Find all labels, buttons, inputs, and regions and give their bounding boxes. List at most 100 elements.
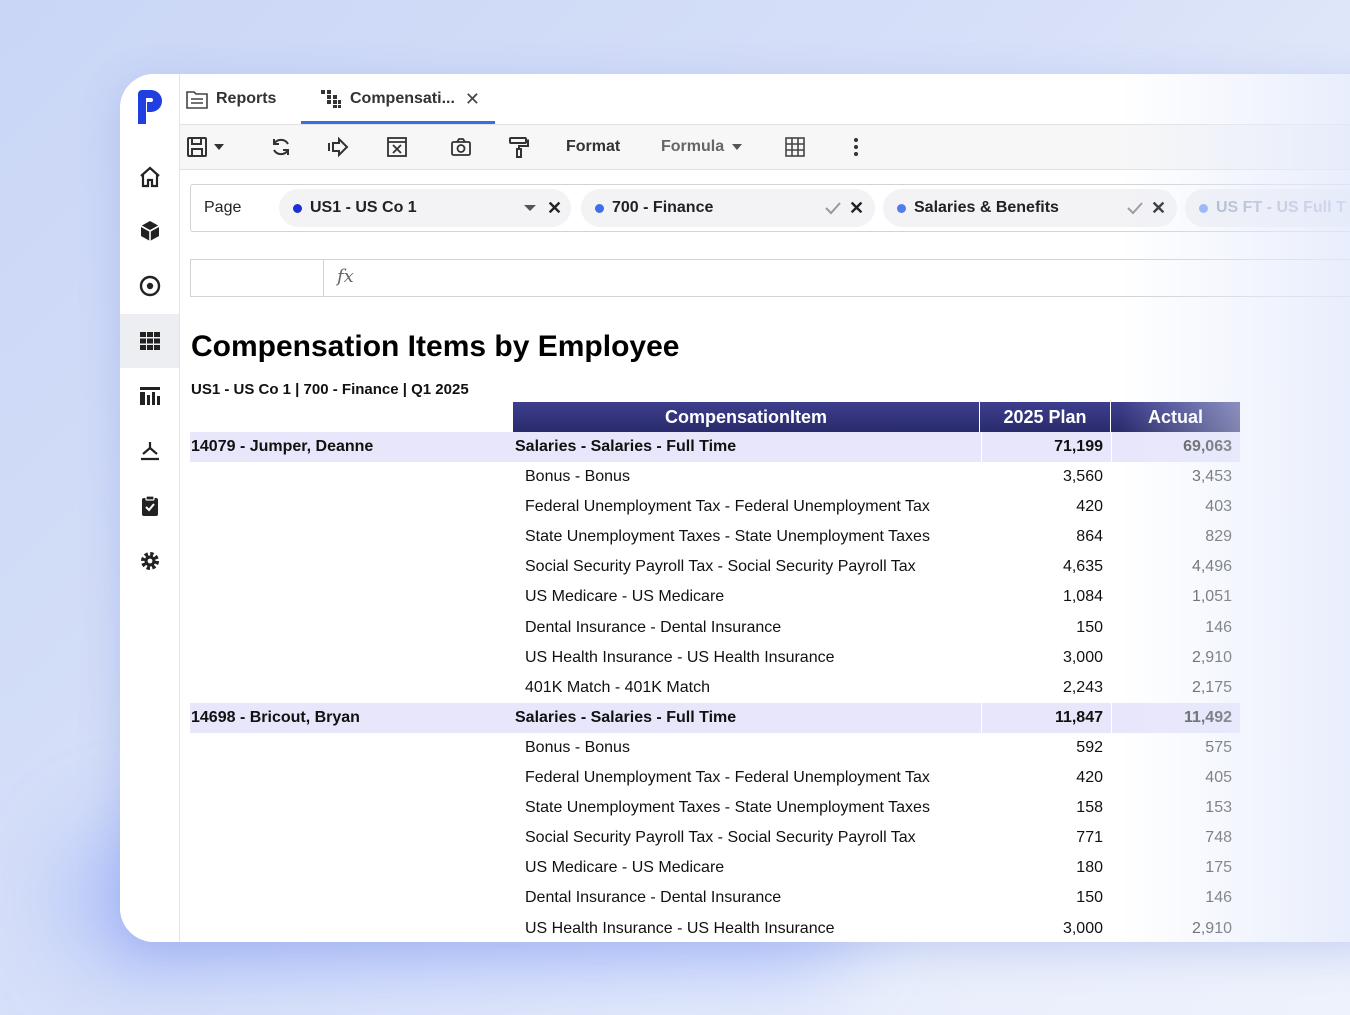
clear-filter-icon[interactable]: ✕ xyxy=(1151,189,1166,227)
app-logo-icon[interactable] xyxy=(134,86,168,126)
table-row[interactable]: 401K Match - 401K Match 2,243 2,175 xyxy=(190,673,1240,703)
nav-tasks[interactable] xyxy=(120,479,179,533)
table-row[interactable]: Social Security Payroll Tax - Social Sec… xyxy=(190,552,1240,582)
table-row[interactable]: Dental Insurance - Dental Insurance 150 14… xyxy=(190,613,1240,643)
actual-value-cell[interactable]: 175 xyxy=(1110,853,1232,883)
table-row[interactable]: Bonus - Bonus 3,560 3,453 xyxy=(190,462,1240,492)
nav-home[interactable] xyxy=(120,150,179,204)
nav-settings[interactable] xyxy=(120,534,179,588)
compensation-item-cell[interactable]: State Unemployment Taxes - State Unemplo… xyxy=(525,522,930,552)
plan-value-cell[interactable]: 150 xyxy=(980,883,1103,913)
format-painter-button[interactable] xyxy=(508,125,530,169)
save-menu-button[interactable] xyxy=(186,125,226,169)
plan-value-cell[interactable]: 864 xyxy=(980,522,1103,552)
dropdown-caret-icon[interactable] xyxy=(523,189,537,227)
refresh-button[interactable] xyxy=(270,125,292,169)
compensation-item-cell[interactable]: State Unemployment Taxes - State Unemplo… xyxy=(525,793,930,823)
employee-group-row[interactable]: 14079 - Jumper, Deanne Salaries - Salarie… xyxy=(190,432,1240,463)
close-tab-icon[interactable]: ✕ xyxy=(465,89,480,110)
clear-filter-icon[interactable]: ✕ xyxy=(547,189,562,227)
plan-value-cell[interactable]: 3,000 xyxy=(980,643,1103,673)
table-row[interactable]: Dental Insurance - Dental Insurance 150 14… xyxy=(190,883,1240,913)
filter-chip-employee-type[interactable]: US FT - US Full T xyxy=(1185,189,1350,227)
format-button[interactable]: Format xyxy=(566,125,620,169)
compensation-item-cell[interactable]: 401K Match - 401K Match xyxy=(525,673,710,703)
compensation-item-cell[interactable]: Salaries - Salaries - Full Time xyxy=(515,432,736,462)
compensation-item-cell[interactable]: Federal Unemployment Tax - Federal Unemp… xyxy=(525,492,930,522)
actual-value-cell[interactable]: 153 xyxy=(1110,793,1232,823)
snapshot-button[interactable] xyxy=(450,125,472,169)
actual-value-cell[interactable]: 11,492 xyxy=(1110,703,1232,733)
table-row[interactable]: Bonus - Bonus 592 575 xyxy=(190,733,1240,763)
excel-button[interactable] xyxy=(386,125,408,169)
compensation-item-cell[interactable]: US Health Insurance - US Health Insuranc… xyxy=(525,914,834,943)
compensation-item-cell[interactable]: US Health Insurance - US Health Insuranc… xyxy=(525,643,834,673)
check-icon[interactable] xyxy=(1127,189,1143,227)
column-header-actual[interactable]: Actual xyxy=(1111,402,1240,432)
actual-value-cell[interactable]: 403 xyxy=(1110,492,1232,522)
actual-value-cell[interactable]: 69,063 xyxy=(1110,432,1232,462)
check-icon[interactable] xyxy=(825,189,841,227)
plan-value-cell[interactable]: 71,199 xyxy=(980,432,1103,462)
plan-value-cell[interactable]: 771 xyxy=(980,823,1103,853)
filter-chip-company[interactable]: US1 - US Co 1 ✕ xyxy=(279,189,571,227)
plan-value-cell[interactable]: 180 xyxy=(980,853,1103,883)
actual-value-cell[interactable]: 3,453 xyxy=(1110,462,1232,492)
nav-reports[interactable] xyxy=(120,314,179,368)
employee-group-row[interactable]: 14698 - Bricout, Bryan Salaries - Salarie… xyxy=(190,702,1240,733)
more-options-button[interactable] xyxy=(845,125,867,169)
compensation-item-cell[interactable]: Social Security Payroll Tax - Social Sec… xyxy=(525,823,916,853)
table-row[interactable]: US Medicare - US Medicare 180 175 xyxy=(190,853,1240,883)
actual-value-cell[interactable]: 405 xyxy=(1110,763,1232,793)
employee-cell[interactable]: 14079 - Jumper, Deanne xyxy=(191,432,373,462)
grid-settings-button[interactable] xyxy=(784,125,806,169)
compensation-item-cell[interactable]: US Medicare - US Medicare xyxy=(525,582,724,612)
plan-value-cell[interactable]: 11,847 xyxy=(980,703,1103,733)
plan-value-cell[interactable]: 420 xyxy=(980,763,1103,793)
table-row[interactable]: State Unemployment Taxes - State Unemplo… xyxy=(190,793,1240,823)
plan-value-cell[interactable]: 3,560 xyxy=(980,462,1103,492)
actual-value-cell[interactable]: 748 xyxy=(1110,823,1232,853)
plan-value-cell[interactable]: 3,000 xyxy=(980,914,1103,943)
actual-value-cell[interactable]: 146 xyxy=(1110,883,1232,913)
actual-value-cell[interactable]: 575 xyxy=(1110,733,1232,763)
compensation-item-cell[interactable]: Salaries - Salaries - Full Time xyxy=(515,703,736,733)
compensation-item-cell[interactable]: US Medicare - US Medicare xyxy=(525,853,724,883)
table-row[interactable]: Social Security Payroll Tax - Social Sec… xyxy=(190,823,1240,853)
nav-dashboards[interactable] xyxy=(120,369,179,423)
compensation-item-cell[interactable]: Federal Unemployment Tax - Federal Unemp… xyxy=(525,763,930,793)
nav-targets[interactable] xyxy=(120,259,179,313)
nav-models[interactable] xyxy=(120,204,179,258)
column-header-item[interactable]: CompensationItem xyxy=(513,402,980,432)
actual-value-cell[interactable]: 4,496 xyxy=(1110,552,1232,582)
compensation-item-cell[interactable]: Dental Insurance - Dental Insurance xyxy=(525,883,781,913)
plan-value-cell[interactable]: 420 xyxy=(980,492,1103,522)
actual-value-cell[interactable]: 1,051 xyxy=(1110,582,1232,612)
column-header-plan[interactable]: 2025 Plan xyxy=(980,402,1111,432)
table-row[interactable]: State Unemployment Taxes - State Unemplo… xyxy=(190,522,1240,552)
filter-chip-account[interactable]: Salaries & Benefits ✕ xyxy=(883,189,1177,227)
actual-value-cell[interactable]: 146 xyxy=(1110,613,1232,643)
table-row[interactable]: Federal Unemployment Tax - Federal Unemp… xyxy=(190,763,1240,793)
actual-value-cell[interactable]: 2,910 xyxy=(1110,643,1232,673)
table-row[interactable]: US Health Insurance - US Health Insuranc… xyxy=(190,914,1240,943)
actual-value-cell[interactable]: 2,910 xyxy=(1110,914,1232,943)
compensation-item-cell[interactable]: Social Security Payroll Tax - Social Sec… xyxy=(525,552,916,582)
plan-value-cell[interactable]: 592 xyxy=(980,733,1103,763)
formula-menu-button[interactable]: Formula xyxy=(661,125,744,169)
table-row[interactable]: US Health Insurance - US Health Insuranc… xyxy=(190,643,1240,673)
cell-reference-box[interactable] xyxy=(191,260,324,296)
compensation-item-cell[interactable]: Bonus - Bonus xyxy=(525,733,630,763)
plan-value-cell[interactable]: 1,084 xyxy=(980,582,1103,612)
plan-value-cell[interactable]: 150 xyxy=(980,613,1103,643)
plan-value-cell[interactable]: 158 xyxy=(980,793,1103,823)
actual-value-cell[interactable]: 2,175 xyxy=(1110,673,1232,703)
actual-value-cell[interactable]: 829 xyxy=(1110,522,1232,552)
filter-chip-department[interactable]: 700 - Finance ✕ xyxy=(581,189,875,227)
tab-reports[interactable]: Reports xyxy=(186,74,276,124)
plan-value-cell[interactable]: 4,635 xyxy=(980,552,1103,582)
export-button[interactable] xyxy=(327,125,349,169)
nav-hierarchy[interactable] xyxy=(120,424,179,478)
table-row[interactable]: US Medicare - US Medicare 1,084 1,051 xyxy=(190,582,1240,612)
plan-value-cell[interactable]: 2,243 xyxy=(980,673,1103,703)
